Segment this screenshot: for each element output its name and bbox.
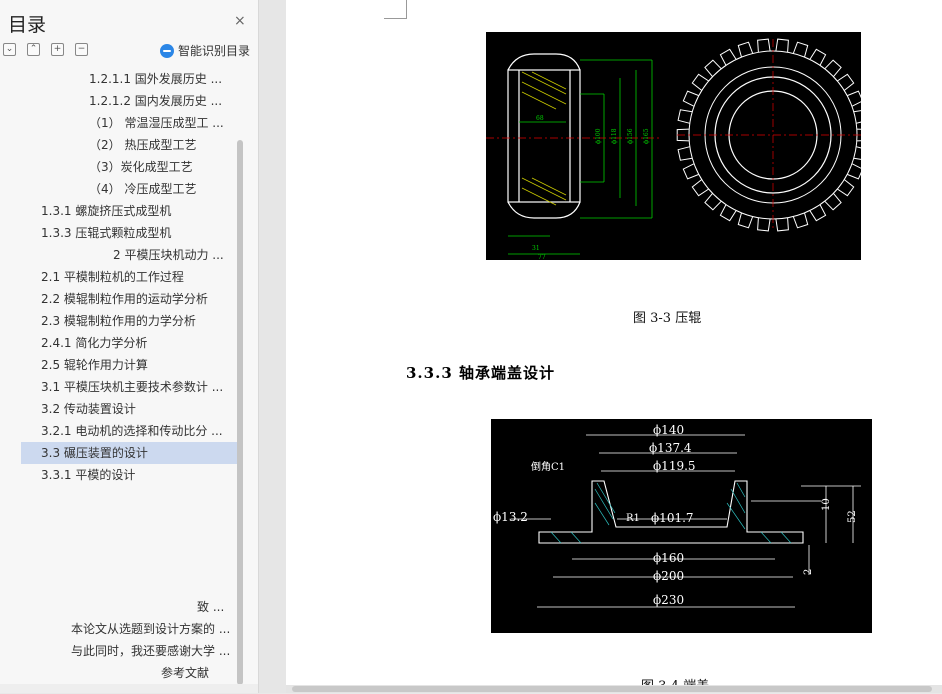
toc-item[interactable]: （1） 常温湿压成型工 ... [89, 112, 224, 134]
fig2-chamfer-note: 倒角C1 [531, 461, 565, 473]
figure-3-3-caption: 图 3-3 压辊 [633, 311, 702, 326]
fig1-dim-68: 68 [536, 115, 544, 122]
fig2-dim-10: 10 [821, 498, 832, 511]
gear-tooth [792, 41, 809, 58]
section-heading: 3.3.3 轴承端盖设计 [406, 364, 555, 382]
document-scroll-thumb[interactable] [292, 686, 932, 692]
toc-item[interactable]: 2.3 模辊制粒作用的力学分析 [41, 310, 196, 332]
toc-item[interactable]: 2.2 模辊制粒作用的运动学分析 [41, 288, 208, 310]
toc-item[interactable]: 3.2 传动装置设计 [41, 398, 136, 420]
page-corner-mark [384, 0, 407, 19]
collapse-all-icon[interactable]: − [75, 43, 88, 56]
toc-item[interactable]: 2.5 辊轮作用力计算 [41, 354, 148, 376]
smart-detect-icon [160, 43, 174, 58]
collapse-down-icon[interactable]: ⌄ [3, 43, 16, 56]
toc-item[interactable]: 本论文从选题到设计方案的 ... [71, 618, 230, 640]
gear-tooth [737, 41, 754, 58]
gear-tooth [682, 163, 699, 180]
pane-divider[interactable] [259, 0, 286, 693]
fig2-dim-200: ϕ200 [653, 569, 684, 583]
fig1-dim-156: ϕ156 [627, 128, 634, 144]
toc-item[interactable]: 参考文献 [161, 662, 209, 684]
close-icon[interactable]: × [234, 13, 246, 29]
gear-tooth [757, 217, 771, 232]
toc-horizontal-scrollbar[interactable] [0, 684, 258, 693]
gear-tooth [824, 59, 842, 78]
fig2-dim-137: ϕ137.4 [649, 441, 692, 455]
toc-item[interactable]: （4） 冷压成型工艺 [89, 178, 196, 200]
fig1-dim-77: 77 [538, 254, 546, 260]
toc-item[interactable]: 与此同时，我还要感谢大学 ... [71, 640, 230, 662]
toc-item[interactable]: 2.1 平模制粒机的工作过程 [41, 266, 184, 288]
fig2-dim-230: ϕ230 [653, 593, 684, 607]
gear-tooth [809, 204, 827, 222]
gear-tooth [704, 192, 722, 211]
fig2-dim-119: ϕ119.5 [653, 459, 696, 473]
toc-item[interactable]: 2 平模压块机动力 ... [113, 244, 224, 266]
toc-item-active[interactable]: 3.3 碾压装置的设计 [21, 442, 237, 464]
gear-tooth [775, 217, 789, 232]
fig2-dim-13: ϕ13.2 [493, 510, 528, 524]
gear-tooth [837, 179, 855, 197]
toc-item[interactable]: 1.3.3 压辊式颗粒成型机 [41, 222, 171, 244]
toc-item[interactable]: （2） 热压成型工艺 [89, 134, 196, 156]
toc-title: 目录 [8, 14, 47, 36]
gear-tooth [837, 73, 855, 91]
fig2-dim-101: ϕ101.7 [651, 511, 694, 525]
toc-item[interactable]: 1.2.1.1 国外发展历史 ... [89, 68, 222, 90]
toc-item[interactable]: 致 ... [197, 596, 224, 618]
fig2-dim-160: ϕ160 [653, 551, 684, 565]
gear-tooth [792, 212, 809, 229]
expand-all-icon[interactable]: + [51, 43, 64, 56]
collapse-up-icon[interactable]: ⌃ [27, 43, 40, 56]
smart-detect-label: 智能识别目录 [178, 44, 251, 58]
fig1-dim-165: ϕ165 [643, 128, 650, 144]
fig1-dim-118: ϕ118 [611, 128, 618, 144]
toc-scrollbar[interactable] [237, 140, 243, 685]
toc-item[interactable]: 3.3.1 平模的设计 [41, 464, 135, 486]
gear-tooth [809, 48, 827, 66]
toc-item[interactable]: 3.1 平模压块机主要技术参数计 ... [41, 376, 223, 398]
fig1-dim-31: 31 [532, 245, 540, 252]
gear-tooth [757, 38, 771, 53]
smart-detect-toc-button[interactable]: 智能识别目录 [160, 42, 250, 59]
fig2-radius: R1 [626, 513, 640, 524]
figure-end-cap-drawing: ϕ140 ϕ137.4 ϕ119.5 ϕ101.7 ϕ13.2 ϕ160 ϕ20… [491, 419, 872, 633]
fig1-dim-100: ϕ100 [595, 128, 602, 144]
toc-item[interactable]: 1.2.1.2 国内发展历史 ... [89, 90, 222, 112]
gear-tooth [824, 192, 842, 211]
toc-sidebar: 目录 × ⌄ ⌃ + − 智能识别目录 1.2.1.1 国外发展历史 ... 1… [0, 0, 259, 693]
fig2-dim-2: 2 [803, 569, 814, 575]
fig2-dim-140: ϕ140 [653, 423, 684, 437]
gear-tooth [682, 90, 699, 107]
figure-roller-drawing: 31 77 68 ϕ100 ϕ118 ϕ156 ϕ165 [486, 32, 870, 261]
gear-tooth [775, 38, 789, 53]
toc-item[interactable]: 2.4.1 简化力学分析 [41, 332, 147, 354]
gear-tooth [704, 59, 722, 78]
gear-tooth [737, 212, 754, 229]
gear-tooth [691, 179, 709, 197]
toc-item[interactable]: （3）炭化成型工艺 [89, 156, 193, 178]
gear-tooth [691, 73, 709, 91]
toc-item[interactable]: 1.3.1 螺旋挤压式成型机 [41, 200, 171, 222]
gear-tooth [719, 204, 737, 222]
toc-item[interactable]: 3.2.1 电动机的选择和传动比分 ... [41, 420, 223, 442]
fig2-dim-52: 52 [847, 510, 858, 523]
gear-tooth [719, 48, 737, 66]
